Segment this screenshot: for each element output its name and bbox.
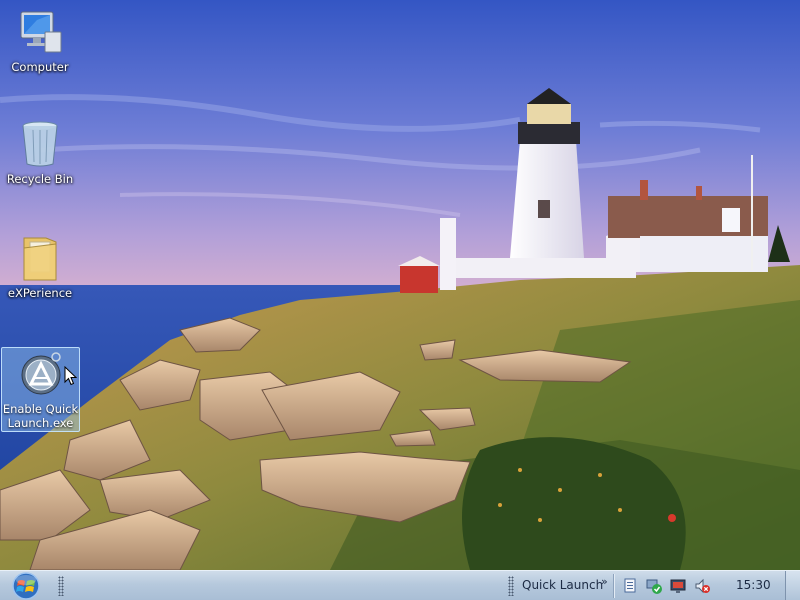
quick-launch-overflow-chevron[interactable]: » [601,575,608,588]
show-desktop-button[interactable] [785,571,800,600]
mouse-pointer-icon [64,365,78,390]
monitor-icon[interactable] [670,578,686,594]
quick-launch-grip[interactable] [508,576,514,596]
security-check-icon[interactable] [646,578,662,594]
desktop-icon-label: Enable Quick Launch.exe [2,402,79,430]
taskbar-grip[interactable] [58,576,64,596]
volume-muted-icon[interactable] [694,578,710,594]
network-doc-icon[interactable] [622,578,638,594]
computer-monitor-icon [16,8,64,56]
desktop-icon-label: Recycle Bin [6,172,74,186]
desktop-icon-label: Computer [11,60,69,74]
desktop-icon-label: eXPerience [7,286,73,300]
system-clock[interactable]: 15:30 [736,578,771,592]
desktop-icon-experience-folder[interactable]: eXPerience [0,234,80,300]
start-button[interactable] [6,572,46,600]
windows-orb-icon [12,572,40,600]
tray-separator [613,574,614,598]
desktop-icon-recycle-bin[interactable]: Recycle Bin [0,120,80,186]
recycle-bin-icon [16,120,64,168]
folder-icon [16,234,64,282]
quick-launch-app-icon [17,350,65,398]
taskbar: Quick Launch » 15:30 [0,570,800,600]
desktop-icon-computer[interactable]: Computer [0,8,80,74]
desktop-wallpaper [0,0,800,570]
quick-launch-toolbar-label[interactable]: Quick Launch [522,578,603,592]
